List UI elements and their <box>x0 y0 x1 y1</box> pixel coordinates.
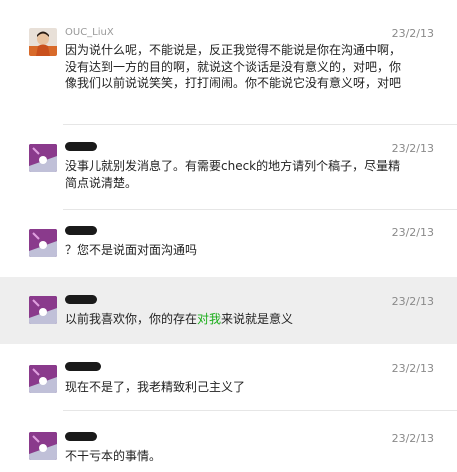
person-avatar-icon <box>29 28 57 56</box>
abstract-avatar-icon <box>29 296 57 324</box>
avatar[interactable] <box>29 229 57 257</box>
sender-name: OUC_LiuX <box>65 27 114 38</box>
message-time: 23/2/13 <box>391 432 434 445</box>
chat-message[interactable]: 23/2/13 现在不是了，我老精致利己主义了 <box>0 344 457 410</box>
divider <box>63 209 457 210</box>
message-time: 23/2/13 <box>391 142 434 155</box>
message-text-part: 以前我喜欢你，你的存在 <box>65 312 198 326</box>
sender-name-redacted <box>65 362 101 371</box>
avatar[interactable] <box>29 296 57 324</box>
message-time: 23/2/13 <box>391 27 434 40</box>
message-text-part: 来说就是意义 <box>221 312 294 326</box>
avatar[interactable] <box>29 432 57 460</box>
message-text: ？您不是说面对面沟通吗 <box>65 243 198 257</box>
chat-message[interactable]: 23/2/13 不干亏本的事情。 <box>0 410 457 472</box>
avatar[interactable] <box>29 365 57 393</box>
divider <box>63 410 457 411</box>
message-text: 现在不是了，我老精致利己主义了 <box>65 380 246 394</box>
abstract-avatar-icon <box>29 432 57 460</box>
chat-message[interactable]: OUC_LiuX 23/2/13 因为说什么呢，不能说是，反正我觉得不能说是你在… <box>0 0 457 124</box>
message-time: 23/2/13 <box>391 295 434 308</box>
chat-message-selected[interactable]: 23/2/13 以前我喜欢你，你的存在对我来说就是意义 <box>0 277 457 344</box>
message-text: 没事儿就别发消息了。有需要check的地方请列个稿子，尽量精简点说清楚。 <box>65 159 401 190</box>
message-text-highlight: 对我 <box>197 312 222 326</box>
abstract-avatar-icon <box>29 144 57 172</box>
message-text: 不干亏本的事情。 <box>65 449 162 463</box>
abstract-avatar-icon <box>29 229 57 257</box>
sender-name-redacted <box>65 432 97 441</box>
message-text: 以前我喜欢你，你的存在对我来说就是意义 <box>65 311 410 328</box>
avatar[interactable] <box>29 144 57 172</box>
divider <box>63 124 457 125</box>
message-time: 23/2/13 <box>391 226 434 239</box>
chat-message[interactable]: 23/2/13 没事儿就别发消息了。有需要check的地方请列个稿子，尽量精简点… <box>0 124 457 209</box>
sender-name-redacted <box>65 142 97 151</box>
sender-name-redacted <box>65 295 97 304</box>
sender-name-redacted <box>65 226 97 235</box>
message-time: 23/2/13 <box>391 362 434 375</box>
message-text: 因为说什么呢，不能说是，反正我觉得不能说是你在沟通中啊，没有达到一方的目的啊，就… <box>65 43 402 90</box>
avatar[interactable] <box>29 28 57 56</box>
chat-message[interactable]: 23/2/13 ？您不是说面对面沟通吗 <box>0 209 457 277</box>
chat-message-list: OUC_LiuX 23/2/13 因为说什么呢，不能说是，反正我觉得不能说是你在… <box>0 0 457 472</box>
abstract-avatar-icon <box>29 365 57 393</box>
